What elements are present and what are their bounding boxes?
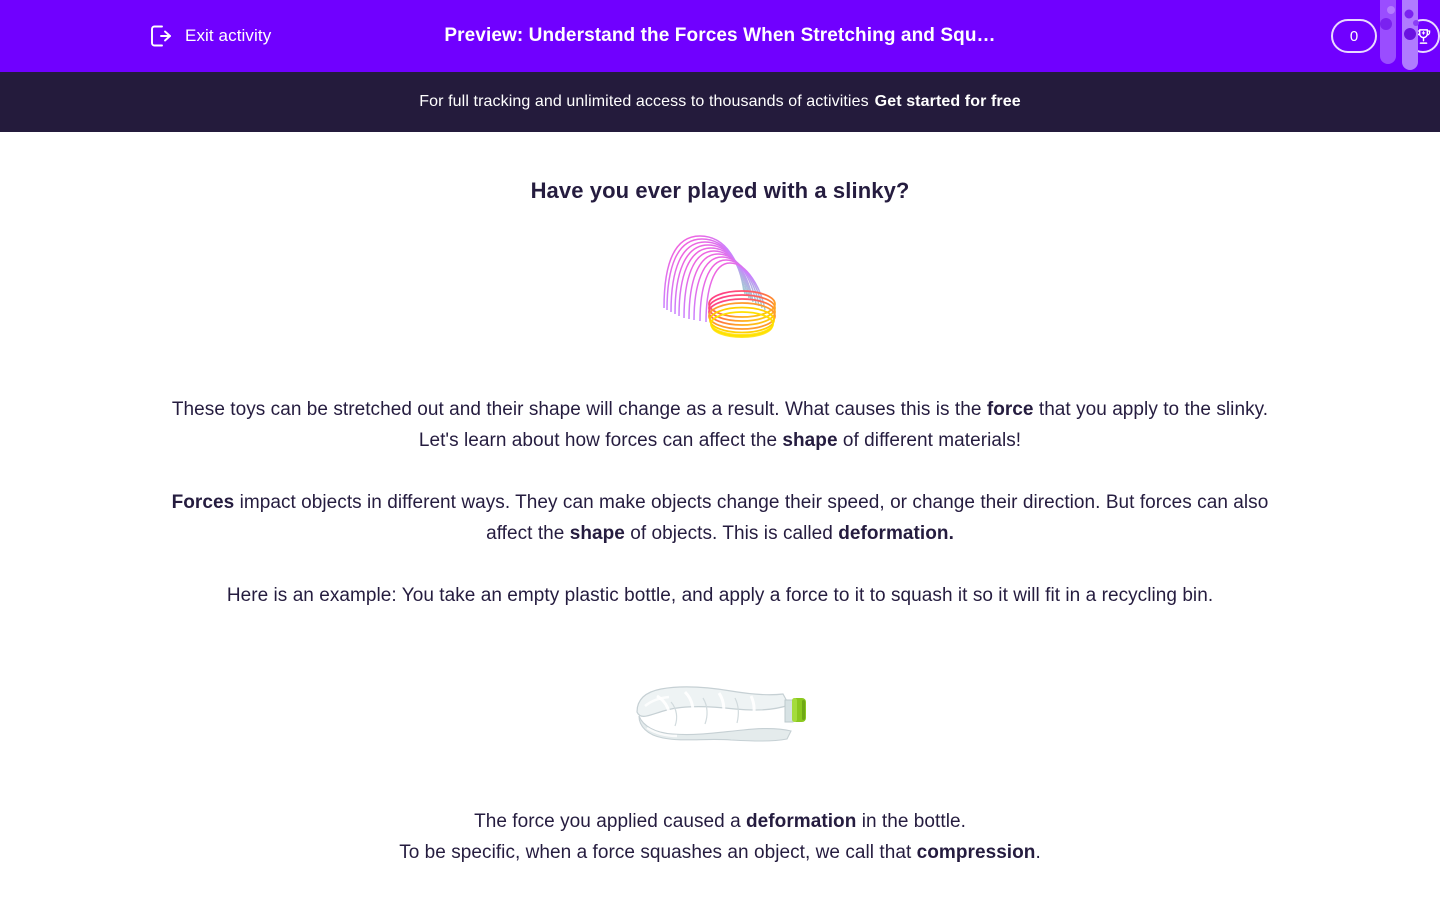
p1-bold-force: force [986, 399, 1034, 420]
p1-bold-shape: shape [782, 430, 838, 451]
exit-door-arrow-icon [148, 23, 174, 49]
score-badge[interactable]: 0 [1331, 19, 1377, 53]
p2-bold-forces: Forces [171, 492, 235, 513]
p1-text-a: These toys can be stretched out and thei… [171, 399, 987, 420]
rainbow-slinky-image [656, 224, 784, 347]
promo-text: For full tracking and unlimited access t… [419, 93, 869, 110]
paragraph-4: The force you applied caused a deformati… [150, 806, 1290, 868]
p5-text-a: To be specific, when a force squashes an… [399, 842, 917, 863]
exit-activity-button[interactable]: Exit activity [148, 23, 271, 49]
activity-content: Have you ever played with a slinky? Thes… [0, 132, 1440, 900]
crushed-plastic-bottle-image [627, 672, 813, 755]
promo-banner: For full tracking and unlimited access t… [0, 72, 1440, 132]
paragraph-2: Forces impact objects in different ways.… [150, 487, 1290, 549]
header-actions: 0 [1331, 0, 1440, 72]
p5-bold-compression: compression [916, 842, 1036, 863]
p1-text-c: of different materials! [837, 430, 1022, 451]
p4-bold-deformation: deformation [746, 811, 857, 832]
p2-bold-deformation: deformation. [838, 523, 954, 544]
p2-bold-shape: shape [569, 523, 625, 544]
p5-text-b: . [1035, 842, 1041, 863]
trophy-icon [1414, 27, 1433, 46]
trophy-button[interactable] [1406, 19, 1440, 53]
paragraph-1: These toys can be stretched out and thei… [150, 394, 1290, 456]
page-title: Have you ever played with a slinky? [530, 178, 910, 203]
p4-text-a: The force you applied caused a [474, 811, 747, 832]
slinky-figure [0, 226, 1440, 344]
activity-title: Preview: Understand the Forces When Stre… [444, 25, 996, 46]
score-value: 0 [1349, 27, 1359, 45]
app-header: Exit activity Preview: Understand the Fo… [0, 0, 1440, 72]
paragraph-3: Here is an example: You take an empty pl… [226, 585, 1214, 606]
p2-text-b: of objects. This is called [624, 523, 839, 544]
p4-text-b: in the bottle. [856, 811, 966, 832]
get-started-link[interactable]: Get started for free [875, 93, 1021, 111]
exit-activity-label: Exit activity [185, 26, 272, 45]
bottle-figure [0, 667, 1440, 759]
